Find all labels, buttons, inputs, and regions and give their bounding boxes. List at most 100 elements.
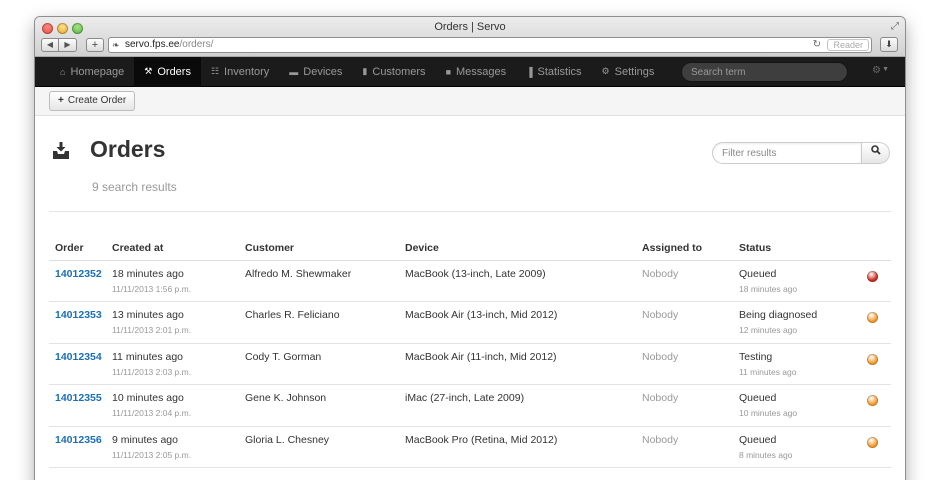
device-cell: MacBook Air (11-inch, Mid 2012): [399, 343, 636, 385]
customer-cell: Cody T. Gorman: [239, 343, 399, 385]
created-relative: 18 minutes ago: [112, 267, 184, 280]
order-link[interactable]: 14012355: [55, 392, 102, 404]
device-cell: iMac (27-inch, Late 2009): [399, 384, 636, 427]
created-cell: 9 minutes ago 11/11/2013 2:05 p.m.: [106, 426, 239, 468]
url-host: servo.fps.ee: [125, 39, 180, 50]
indicator-cell: [857, 301, 891, 344]
nav-item-inventory[interactable]: ☷ Inventory: [201, 57, 279, 87]
results-count: 9 search results: [92, 180, 177, 194]
customer-cell: Alfredo M. Shewmaker: [239, 260, 399, 302]
column-header-order[interactable]: Order: [49, 237, 106, 261]
search-icon: [870, 145, 881, 155]
order-cell: 14012356: [49, 426, 106, 468]
reload-icon[interactable]: ↻: [813, 38, 821, 52]
order-link[interactable]: 14012353: [55, 309, 102, 321]
filter-search-button[interactable]: [862, 142, 890, 164]
book-icon: ▮: [362, 66, 368, 76]
wrench-icon: ⚒: [144, 66, 153, 76]
search-input[interactable]: [681, 62, 848, 82]
status-label: Being diagnosed: [739, 309, 818, 321]
column-header-assigned[interactable]: Assigned to: [636, 237, 733, 261]
status-label: Queued: [739, 392, 777, 404]
create-order-label: Create Order: [67, 95, 127, 106]
created-date: 11/11/2013 1:56 p.m.: [112, 283, 192, 294]
created-date: 11/11/2013 2:04 p.m.: [112, 408, 192, 418]
order-link[interactable]: 14012352: [55, 268, 102, 280]
status-label: Queued: [739, 433, 777, 446]
assigned-cell: Nobody: [636, 384, 733, 427]
order-cell: 14012354: [49, 343, 106, 385]
assigned-cell: Nobody: [636, 343, 733, 385]
message-icon: ■: [445, 66, 451, 77]
nav-item-label: Inventory: [224, 65, 270, 78]
nav-item-settings[interactable]: ⚙ Settings: [592, 57, 665, 87]
status-time: 12 minutes ago: [739, 325, 798, 335]
nav-item-customers[interactable]: ▮ Customers: [352, 57, 435, 87]
column-header-indicator: [857, 237, 891, 261]
url-path: /orders/: [179, 39, 214, 50]
status-time: 8 minutes ago: [739, 449, 793, 460]
table-row[interactable]: 14012353 13 minutes ago 11/11/2013 2:01 p.…: [49, 301, 891, 344]
window-title: Orders | Servo: [434, 21, 506, 33]
filter-form: [712, 142, 890, 164]
column-header-status[interactable]: Status: [733, 237, 857, 261]
indicator-cell: [857, 343, 891, 385]
chevron-down-icon[interactable]: ▼: [882, 66, 889, 73]
address-bar[interactable]: ❧ servo.fps.ee/orders/ ↻ Reader: [108, 37, 872, 53]
reader-button[interactable]: Reader: [827, 39, 869, 51]
status-indicator-icon: [867, 353, 878, 365]
back-button[interactable]: ◀: [41, 38, 59, 52]
order-link[interactable]: 14012356: [55, 434, 102, 446]
status-indicator-icon: [867, 395, 878, 406]
table-row[interactable]: 14012354 11 minutes ago 11/11/2013 2:03 p.…: [49, 343, 891, 385]
created-cell: 13 minutes ago 11/11/2013 2:01 p.m.: [106, 301, 239, 344]
main-content: Orders 9 search results Order Created at…: [35, 116, 905, 480]
created-cell: 18 minutes ago 11/11/2013 1:56 p.m.: [106, 260, 239, 302]
nav-item-statistics[interactable]: ▐ Statistics: [516, 57, 591, 87]
created-cell: 11 minutes ago 11/11/2013 2:03 p.m.: [106, 343, 239, 385]
user-gear-icon[interactable]: ⚙: [872, 65, 881, 76]
nav-item-messages[interactable]: ■ Messages: [436, 57, 517, 87]
indicator-cell: [857, 384, 891, 427]
table-row[interactable]: 14012355 10 minutes ago 11/11/2013 2:04 p.…: [49, 384, 891, 427]
title-bar: Orders | Servo ⤢ ◀ ▶ + ❧ servo.fps.ee/or…: [35, 17, 905, 57]
customer-cell: Charles R. Feliciano: [239, 301, 399, 344]
device-cell: MacBook (13-inch, Late 2009): [399, 260, 636, 302]
order-link[interactable]: 14012354: [55, 351, 102, 363]
nav-item-label: Orders: [157, 65, 191, 78]
create-order-button[interactable]: + Create Order: [49, 91, 136, 111]
browser-window: Orders | Servo ⤢ ◀ ▶ + ❧ servo.fps.ee/or…: [35, 17, 905, 480]
nav-item-label: Messages: [456, 65, 507, 78]
created-relative: 10 minutes ago: [112, 392, 184, 404]
column-header-customer[interactable]: Customer: [239, 237, 399, 261]
created-date: 11/11/2013 2:01 p.m.: [112, 325, 192, 335]
table-row[interactable]: 14012352 18 minutes ago 11/11/2013 1:56 p.…: [49, 260, 891, 302]
forward-button[interactable]: ▶: [59, 38, 77, 52]
status-cell: Being diagnosed 12 minutes ago: [733, 301, 857, 344]
home-icon: ⌂: [60, 66, 66, 77]
status-cell: Queued 10 minutes ago: [733, 384, 857, 427]
created-cell: 10 minutes ago 11/11/2013 2:04 p.m.: [106, 384, 239, 427]
status-indicator-icon: [867, 436, 878, 448]
filter-input[interactable]: [712, 142, 862, 164]
created-date: 11/11/2013 2:05 p.m.: [112, 449, 192, 460]
nav-item-devices[interactable]: ▬ Devices: [279, 57, 352, 87]
divider: [49, 211, 891, 212]
cart-icon: ☷: [210, 66, 220, 76]
table-header-row: Order Created at Customer Device Assigne…: [49, 237, 891, 261]
status-time: 11 minutes ago: [739, 366, 797, 377]
status-time: 10 minutes ago: [739, 408, 798, 418]
device-cell: MacBook Pro (Retina, Mid 2012): [399, 426, 636, 468]
column-header-device[interactable]: Device: [399, 237, 636, 261]
nav-item-homepage[interactable]: ⌂ Homepage: [50, 57, 134, 87]
downloads-button[interactable]: ⬇: [880, 37, 898, 52]
add-bookmark-button[interactable]: +: [86, 38, 104, 52]
status-cell: Queued 18 minutes ago: [733, 260, 857, 302]
column-header-created[interactable]: Created at: [106, 237, 239, 261]
fullscreen-icon[interactable]: ⤢: [891, 21, 899, 32]
table-row[interactable]: 14012356 9 minutes ago 11/11/2013 2:05 p.m…: [49, 426, 891, 468]
history-buttons: ◀ ▶: [41, 38, 77, 52]
customer-cell: Gloria L. Chesney: [239, 426, 399, 468]
nav-item-orders[interactable]: ⚒ Orders: [134, 56, 201, 87]
bars-icon: ▐: [526, 66, 533, 77]
